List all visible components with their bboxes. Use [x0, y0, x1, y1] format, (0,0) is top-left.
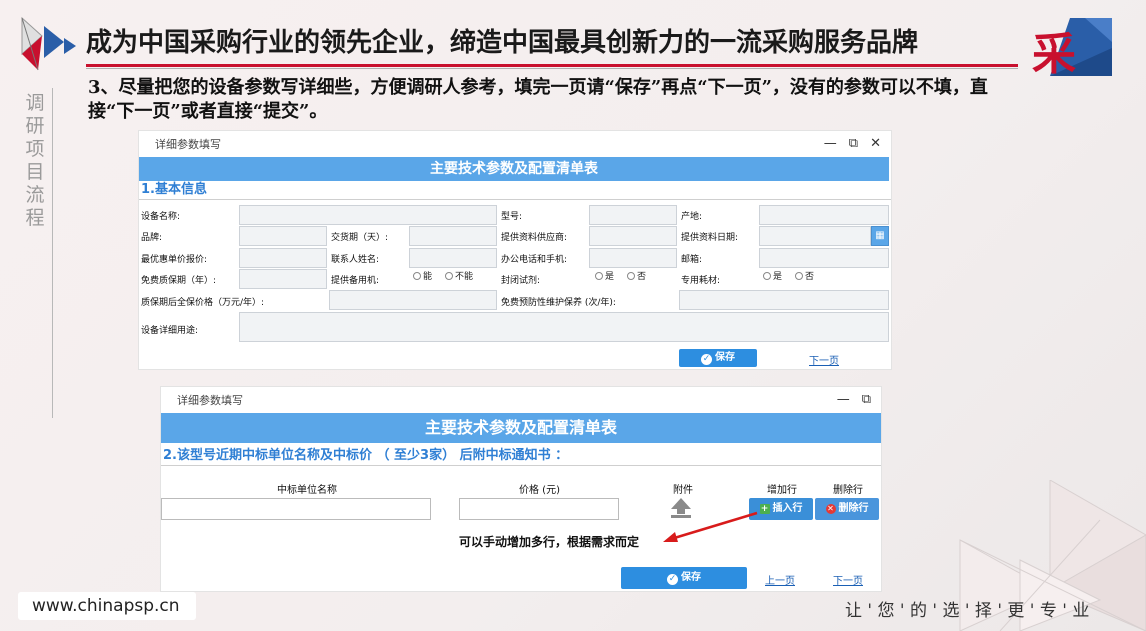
basic-info-window: 详细参数填写 — ⧉ ✕ 主要技术参数及配置清单表 1.基本信息 设备名称: 型… [138, 130, 892, 370]
radio-label: 能 [423, 272, 433, 282]
phone-input[interactable] [589, 248, 677, 268]
col-attachment: 附件 [673, 485, 693, 496]
header-rule-thin [86, 68, 1018, 69]
next-page-link[interactable]: 下一页 [809, 352, 839, 367]
section-title: 2.该型号近期中标单位名称及中标价 （ 至少3家） 后附中标通知书 ： [163, 448, 569, 463]
col-price: 价格 (元) [519, 485, 560, 496]
label-best-price: 最优惠单价报价: [141, 255, 208, 265]
save-label: 保存 [715, 352, 735, 363]
bid-info-window: 详细参数填写 — ⧉ 主要技术参数及配置清单表 2.该型号近期中标单位名称及中标… [160, 386, 882, 592]
contact-input[interactable] [409, 248, 497, 268]
minimize-icon[interactable]: — [824, 136, 837, 151]
header-rule [86, 64, 1018, 67]
label-usage: 设备详细用途: [141, 326, 199, 336]
save-button[interactable]: ✓ 保存 [621, 567, 747, 589]
save-label: 保存 [681, 572, 701, 583]
warranty-input[interactable] [239, 269, 327, 289]
label-email: 邮箱: [681, 255, 703, 265]
delete-icon: ✕ [825, 504, 836, 514]
footer-slogan: 让 ' 您 ' 的 ' 选 ' 择 ' 更 ' 专 ' 业 [845, 601, 1090, 621]
label-delivery: 交货期（天）: [331, 233, 389, 243]
consumable-no-radio[interactable]: 否 [795, 269, 814, 282]
insert-label: 插入行 [772, 503, 803, 514]
label-model: 型号: [501, 212, 523, 222]
label-spare: 提供备用机: [331, 276, 380, 286]
page-title: 成为中国采购行业的领先企业，缔造中国最具创新力的一流采购服务品牌 [86, 28, 919, 58]
check-icon: ✓ [701, 354, 712, 365]
brand-logo-char: 采 [1032, 29, 1076, 80]
label-warranty: 免费质保期（年）: [141, 276, 217, 286]
label-post-warranty: 质保期后全保价格（万元/年）: [141, 298, 265, 308]
radio-label: 是 [773, 272, 783, 282]
email-input[interactable] [759, 248, 889, 268]
col-add-row: 增加行 [767, 485, 797, 496]
usage-textarea[interactable] [239, 312, 889, 342]
form-heading: 主要技术参数及配置清单表 [139, 157, 889, 181]
close-icon[interactable]: ✕ [870, 136, 881, 151]
spare-can-radio[interactable]: 能 [413, 269, 432, 282]
price-input[interactable] [459, 498, 619, 520]
consumable-yes-radio[interactable]: 是 [763, 269, 782, 282]
unit-name-input[interactable] [161, 498, 431, 520]
side-divider [52, 88, 53, 418]
date-input[interactable] [759, 226, 871, 246]
footer-url: www.chinapsp.cn [18, 592, 196, 620]
radio-label: 是 [605, 272, 615, 282]
maintenance-input[interactable] [679, 290, 889, 310]
label-supplier: 提供资料供应商: [501, 233, 568, 243]
label-sealed: 封闭试剂: [501, 276, 541, 286]
col-delete-row: 删除行 [833, 485, 863, 496]
device-name-input[interactable] [239, 205, 497, 225]
form-heading: 主要技术参数及配置清单表 [161, 413, 881, 443]
brand-logo: 采 [1030, 18, 1112, 80]
label-contact: 联系人姓名: [331, 255, 380, 265]
company-logo-icon [21, 16, 76, 71]
col-unit-name: 中标单位名称 [277, 485, 337, 496]
window-titlebar: 详细参数填写 — ⧉ [161, 387, 881, 413]
radio-label: 否 [637, 272, 647, 282]
label-device-name: 设备名称: [141, 212, 181, 222]
section-divider [139, 199, 891, 200]
arrow-annotation-icon [663, 511, 758, 542]
delete-row-button[interactable]: ✕ 删除行 [815, 498, 879, 520]
supplier-input[interactable] [589, 226, 677, 246]
best-price-input[interactable] [239, 248, 327, 268]
save-button[interactable]: ✓ 保存 [679, 349, 757, 367]
section-title: 1.基本信息 [141, 182, 207, 197]
delivery-input[interactable] [409, 226, 497, 246]
label-origin: 产地: [681, 212, 703, 222]
model-input[interactable] [589, 205, 677, 225]
label-maintenance: 免费预防性维护保养 (次/年): [501, 298, 616, 308]
spare-cannot-radio[interactable]: 不能 [445, 269, 473, 282]
instruction-text: 3、尽量把您的设备参数写详细些，方便调研人参考，填完一页请“保存”再点“下一页”… [88, 77, 988, 122]
minimize-icon[interactable]: — [837, 392, 850, 407]
next-page-link[interactable]: 下一页 [833, 572, 863, 587]
window-titlebar: 详细参数填写 — ⧉ ✕ [139, 131, 891, 157]
label-consumable: 专用耗材: [681, 276, 721, 286]
delete-label: 删除行 [838, 503, 869, 514]
calendar-icon[interactable]: ▦ [871, 226, 889, 246]
label-brand: 品牌: [141, 233, 163, 243]
annotation-note: 可以手动增加多行，根据需求而定 [459, 535, 640, 549]
side-title: 调研项目流程 [25, 92, 45, 229]
plus-icon: + [759, 504, 770, 514]
label-phone: 办公电话和手机: [501, 255, 568, 265]
radio-label: 不能 [455, 272, 474, 282]
sealed-yes-radio[interactable]: 是 [595, 269, 614, 282]
radio-label: 否 [805, 272, 815, 282]
window-title: 详细参数填写 [177, 394, 243, 407]
prev-page-link[interactable]: 上一页 [765, 572, 795, 587]
origin-input[interactable] [759, 205, 889, 225]
label-date: 提供资料日期: [681, 233, 739, 243]
window-title: 详细参数填写 [155, 138, 221, 151]
maximize-icon[interactable]: ⧉ [849, 136, 858, 151]
maximize-icon[interactable]: ⧉ [862, 392, 871, 407]
brand-input[interactable] [239, 226, 327, 246]
post-warranty-input[interactable] [329, 290, 497, 310]
check-icon: ✓ [667, 574, 678, 585]
sealed-no-radio[interactable]: 否 [627, 269, 646, 282]
